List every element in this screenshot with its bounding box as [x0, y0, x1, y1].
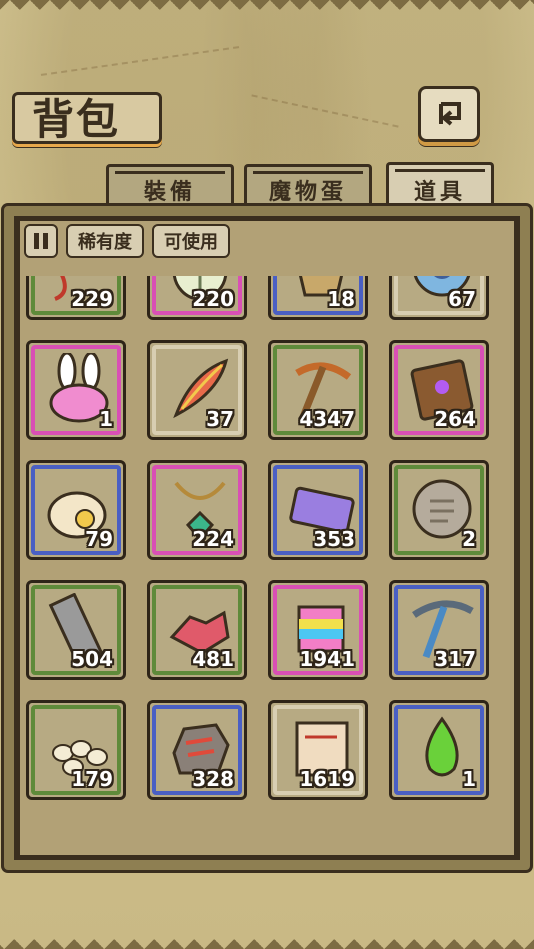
item-slot[interactable]: 264 [389, 340, 489, 440]
tab-label: 道具 [413, 179, 466, 205]
item-slot[interactable]: 317 [389, 580, 489, 680]
tab-label: 魔物蛋 [268, 179, 347, 205]
item-slot[interactable]: 4347 [268, 340, 368, 440]
item-slot[interactable]: 353 [268, 460, 368, 560]
usable-filter-button[interactable]: 可使用 [152, 224, 230, 258]
item-slot[interactable]: 2 [389, 460, 489, 560]
item-count: 224 [192, 527, 234, 551]
item-slot[interactable]: 328 [147, 700, 247, 800]
tab-monster-eggs[interactable]: 魔物蛋 [244, 164, 372, 212]
item-slot[interactable]: 1 [389, 700, 489, 800]
tab-equipment[interactable]: 裝備 [106, 164, 234, 212]
back-button[interactable] [418, 86, 480, 142]
item-slot[interactable]: 79 [26, 460, 126, 560]
item-count: 264 [434, 407, 476, 431]
return-arrow-icon [439, 102, 461, 126]
item-slot[interactable]: 224 [147, 460, 247, 560]
item-count: 353 [313, 527, 355, 551]
sort-order-button[interactable] [24, 224, 58, 258]
tab-label: 裝備 [143, 179, 196, 205]
item-slot[interactable]: 18 [268, 276, 368, 320]
item-count: 2 [462, 527, 476, 551]
item-slot[interactable]: 37 [147, 340, 247, 440]
item-count: 1941 [299, 647, 355, 671]
item-count: 179 [71, 767, 113, 791]
item-count: 504 [71, 647, 113, 671]
item-count: 4347 [299, 407, 355, 431]
item-count: 229 [71, 287, 113, 311]
item-count: 1 [99, 407, 113, 431]
item-count: 481 [192, 647, 234, 671]
item-slot[interactable]: 179 [26, 700, 126, 800]
item-count: 220 [192, 287, 234, 311]
filter-bar: 稀有度 可使用 [24, 224, 230, 258]
bottom-border [0, 931, 534, 949]
top-border [0, 0, 534, 18]
item-slot[interactable]: 1619 [268, 700, 368, 800]
item-grid[interactable]: 229 220 18 67 1 37 4347 264 79 224 353 2 504 481 1941 3… [26, 276, 506, 846]
item-count: 18 [327, 287, 355, 311]
item-slot[interactable]: 229 [26, 276, 126, 320]
item-slot[interactable]: 1941 [268, 580, 368, 680]
rarity-filter-button[interactable]: 稀有度 [66, 224, 144, 258]
item-slot[interactable]: 481 [147, 580, 247, 680]
item-count: 317 [434, 647, 476, 671]
item-slot[interactable]: 67 [389, 276, 489, 320]
item-slot[interactable]: 1 [26, 340, 126, 440]
item-count: 1 [462, 767, 476, 791]
item-count: 67 [448, 287, 476, 311]
item-count: 37 [206, 407, 234, 431]
item-count: 328 [192, 767, 234, 791]
item-count: 79 [85, 527, 113, 551]
item-slot[interactable]: 220 [147, 276, 247, 320]
item-count: 1619 [299, 767, 355, 791]
page-title: 背包 [32, 95, 121, 144]
item-slot[interactable]: 504 [26, 580, 126, 680]
